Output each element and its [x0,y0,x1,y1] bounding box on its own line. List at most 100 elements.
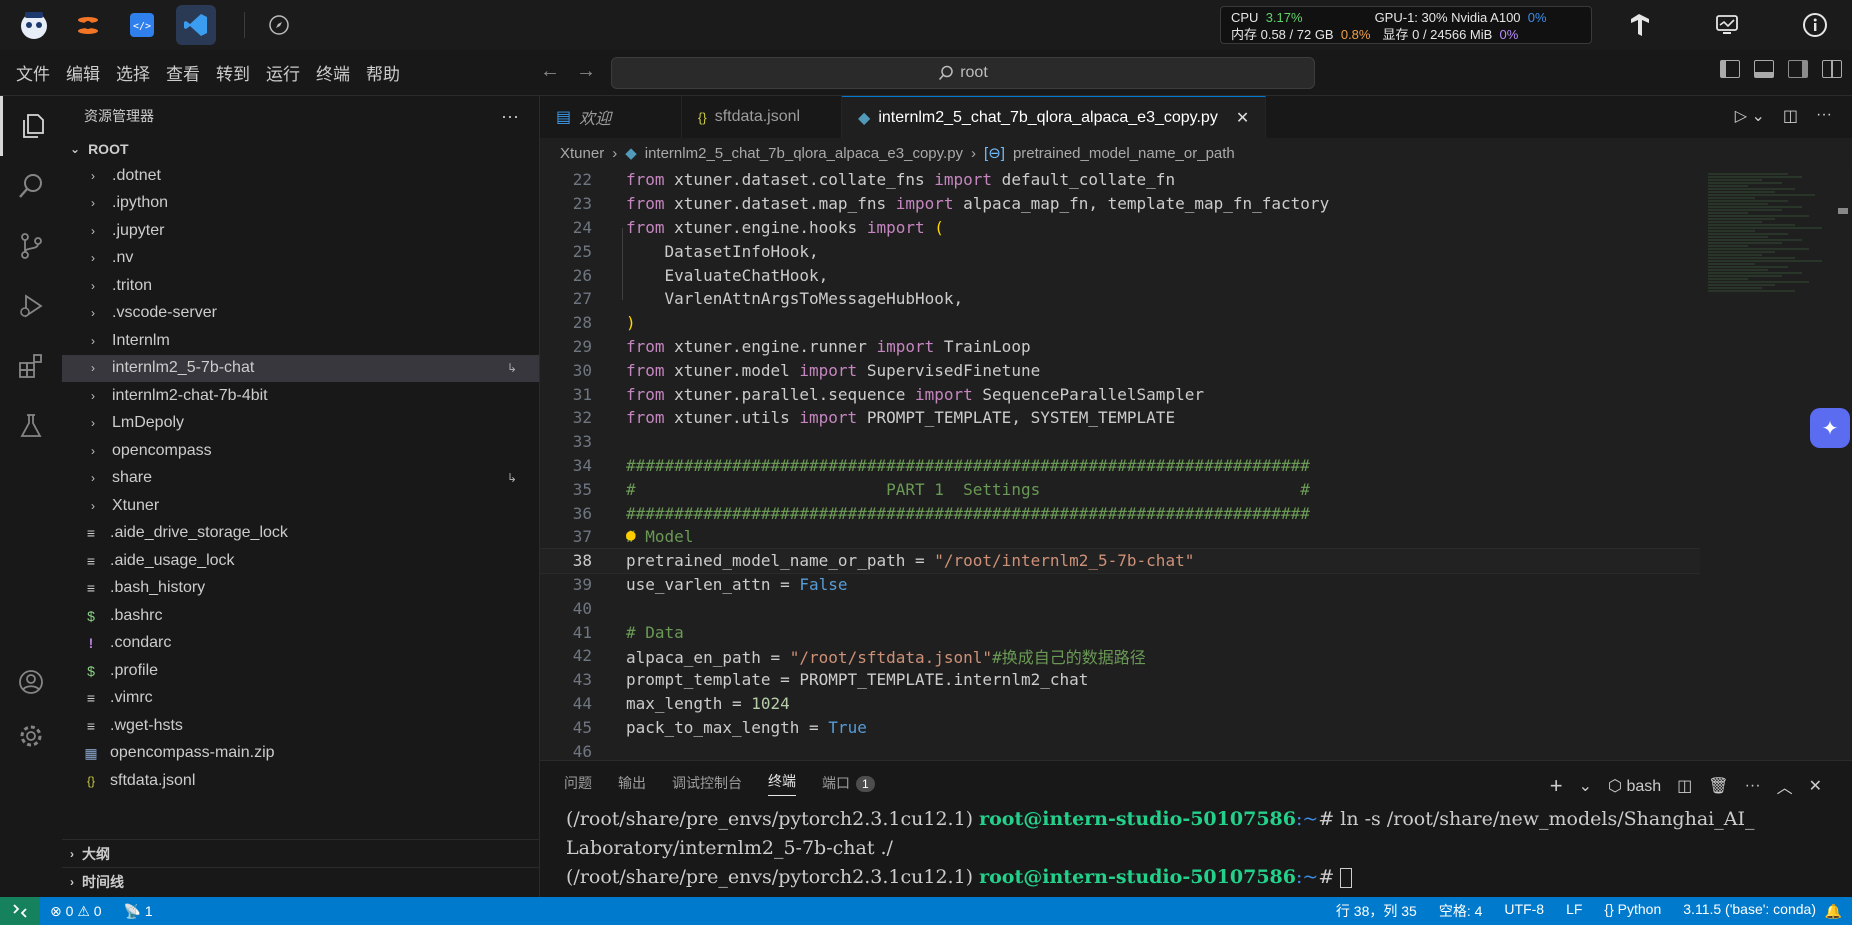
tab-config-py[interactable]: ◆ internlm2_5_chat_7b_qlora_alpaca_e3_co… [842,96,1267,138]
status-right: 行 38，列 35 空格: 4 UTF-8 LF {} Python 3.11.… [1336,901,1816,921]
breadcrumb-file[interactable]: internlm2_5_chat_7b_qlora_alpaca_e3_copy… [645,145,963,162]
split-terminal-icon[interactable]: ◫ [1677,776,1692,796]
breadcrumb-folder[interactable]: Xtuner [560,145,604,162]
more-icon[interactable]: ··· [1745,777,1761,795]
terminal-shell-icon[interactable]: ⬡ bash [1608,776,1661,796]
run-debug-icon[interactable] [0,276,62,336]
close-icon[interactable]: ✕ [1236,108,1249,128]
back-arrow-icon[interactable]: ← [540,60,560,83]
vram-label: 显存 0 / 24566 MiB [1382,27,1493,42]
python-interpreter[interactable]: 3.11.5 ('base': conda) [1683,901,1816,921]
vscode-icon[interactable] [176,5,216,45]
forward-arrow-icon[interactable]: → [576,60,596,83]
folder-item[interactable]: › .ipython [62,190,539,218]
jupyter-icon[interactable] [68,5,108,45]
extensions-icon[interactable] [0,336,62,396]
code-editor-icon[interactable]: </> [122,5,162,45]
folder-item[interactable]: › opencompass [62,437,539,465]
chevron-down-icon[interactable]: ⌄ [1579,776,1592,796]
menu-run[interactable]: 运行 [266,60,300,85]
menu-edit[interactable]: 编辑 [66,60,100,85]
menu-help[interactable]: 帮助 [366,60,400,85]
tab-welcome[interactable]: ▤ 欢迎 [540,96,682,138]
compass-icon[interactable] [259,5,299,45]
folder-item[interactable]: › .jupyter [62,217,539,245]
toggle-primary-sidebar-icon[interactable] [1720,60,1740,78]
maximize-panel-icon[interactable]: ︿ [1777,774,1793,798]
outline-section[interactable]: › 大纲 [62,839,540,867]
folder-item[interactable]: › .dotnet [62,162,539,190]
menu-view[interactable]: 查看 [166,60,200,85]
tab-sftdata[interactable]: {} sftdata.jsonl [682,96,842,138]
file-item[interactable]: ≡ .bash_history [62,575,539,603]
root-folder[interactable]: ⌄ ROOT [62,136,539,162]
folder-item[interactable]: › .triton [62,272,539,300]
source-control-icon[interactable] [0,216,62,276]
tab-problems[interactable]: 问题 [564,773,592,793]
run-python-icon[interactable]: ▷ ⌄ [1735,106,1765,126]
language-mode[interactable]: {} Python [1604,901,1661,921]
info-icon[interactable] [1800,10,1830,40]
folder-item-selected[interactable]: › internlm2_5-7b-chat ↳ [62,354,539,382]
menu-go[interactable]: 转到 [216,60,250,85]
tab-terminal[interactable]: 终端 [768,771,796,796]
problems-status[interactable]: ⊗ 0 ⚠ 0 [50,903,102,920]
file-item[interactable]: $ .bashrc [62,602,539,630]
menu-selection[interactable]: 选择 [116,60,150,85]
file-item[interactable]: ! .condarc [62,630,539,658]
folder-item[interactable]: › .vscode-server [62,300,539,328]
more-actions-icon[interactable]: ··· [501,106,519,127]
command-center-search[interactable]: root [611,57,1315,89]
folder-item[interactable]: › Internlm [62,327,539,355]
intern-logo-icon[interactable] [14,5,54,45]
monitor-icon[interactable] [1712,10,1742,40]
folder-item[interactable]: › share ↳ [62,465,539,493]
file-item[interactable]: ≡ .aide_usage_lock [62,547,539,575]
breadcrumb-symbol[interactable]: pretrained_model_name_or_path [1013,145,1235,162]
testing-flask-icon[interactable] [0,396,62,456]
folder-item[interactable]: › internlm2-chat-7b-4bit [62,382,539,410]
file-item[interactable]: $ .profile [62,657,539,685]
file-item[interactable]: ≡ .vimrc [62,685,539,713]
tab-ports[interactable]: 端口 1 [822,773,875,793]
trash-icon[interactable]: 🗑 [1708,776,1728,796]
file-item[interactable]: ≡ .wget-hsts [62,712,539,740]
terminal-output[interactable]: (/root/share/pre_envs/pytorch2.3.1cu12.1… [540,805,1852,892]
remote-icon[interactable] [0,897,40,925]
tab-output[interactable]: 输出 [618,773,646,793]
end-of-line[interactable]: LF [1566,901,1582,921]
toggle-secondary-sidebar-icon[interactable] [1788,60,1808,78]
folder-item[interactable]: › .nv [62,245,539,273]
minimap-slider[interactable] [1838,208,1848,214]
indentation[interactable]: 空格: 4 [1439,901,1483,921]
file-item[interactable]: ≡ .aide_drive_storage_lock [62,520,539,548]
encoding[interactable]: UTF-8 [1504,901,1544,921]
tab-debug-console[interactable]: 调试控制台 [672,773,742,793]
menu-file[interactable]: 文件 [16,60,50,85]
more-icon[interactable]: ··· [1816,106,1832,126]
search-sidebar-icon[interactable] [0,156,62,216]
folder-item[interactable]: › LmDepoly [62,410,539,438]
menu-terminal[interactable]: 终端 [316,60,350,85]
lightbulb-icon[interactable]: ● [626,525,636,544]
account-icon[interactable] [0,652,62,712]
file-item[interactable]: {} sftdata.jsonl [62,767,539,795]
chevron-right-icon: › [70,874,74,889]
cursor-position[interactable]: 行 38，列 35 [1336,901,1417,921]
toggle-panel-icon[interactable] [1754,60,1774,78]
code-editor[interactable]: 22 from xtuner.dataset.collate_fns import… [540,168,1700,760]
close-icon[interactable]: ✕ [1809,776,1822,796]
minimap[interactable]: ✦ [1700,168,1850,760]
customize-layout-icon[interactable] [1822,60,1842,78]
ai-assistant-icon[interactable]: ✦ [1810,408,1850,448]
ports-status[interactable]: 📡 1 [124,903,153,920]
folder-item[interactable]: › Xtuner [62,492,539,520]
new-terminal-icon[interactable]: + [1550,773,1563,799]
settings-gear-icon[interactable] [0,706,62,766]
explorer-icon[interactable] [0,96,62,156]
tensorflow-icon[interactable] [1624,10,1654,40]
file-item[interactable]: ▦ opencompass-main.zip [62,740,539,768]
timeline-section[interactable]: › 时间线 [62,867,540,895]
split-editor-icon[interactable]: ◫ [1783,106,1798,126]
notifications-bell-icon[interactable]: 🔔 [1825,903,1842,920]
